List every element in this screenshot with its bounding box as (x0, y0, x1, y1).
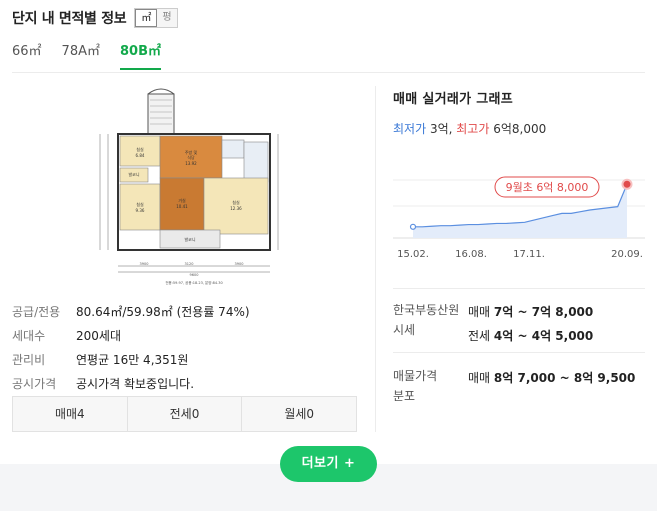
deal-kind: 매매 (468, 371, 491, 385)
chart-latest-point[interactable] (621, 178, 633, 190)
price-range: 8억 7,000 ~ 8억 9,500 (493, 371, 636, 385)
area-tab-78a[interactable]: 78A㎡ (62, 42, 100, 70)
info-row-public-price: 공시가격 공시가격 확보중입니다. (12, 374, 357, 398)
price-range: 4억 ~ 4억 5,000 (493, 329, 594, 343)
deal-tab-jeonse[interactable]: 전세0 (128, 397, 243, 431)
kab-price-label: 한국부동산원 시세 (393, 303, 460, 337)
area-info: 공급/전용 80.64㎡/59.98㎡ (전용률 74%) 세대수 200세대 … (12, 302, 357, 398)
info-value: 공시가격 확보중입니다. (76, 377, 195, 391)
tabs-divider (12, 72, 645, 73)
svg-text:거실: 거실 (178, 197, 186, 203)
section-header: 단지 내 면적별 정보 ㎡ 평 (12, 8, 178, 28)
info-row-households: 세대수 200세대 (12, 326, 357, 350)
x-tick-label: 15.02. (397, 249, 429, 260)
svg-text:3900: 3900 (235, 262, 244, 266)
unit-pyeong-button[interactable]: 평 (157, 9, 177, 27)
info-label: 공시가격 (12, 377, 57, 391)
graph-title: 매매 실거래가 그래프 (393, 92, 513, 107)
deal-tab-monthly[interactable]: 월세0 (242, 397, 356, 431)
info-row-maintenance: 관리비 연평균 16만 4,351원 (12, 350, 357, 374)
deal-kind: 전세 (468, 329, 491, 343)
info-label: 세대수 (12, 329, 46, 343)
info-value: 200세대 (76, 329, 121, 343)
svg-text:6.84: 6.84 (136, 153, 145, 158)
svg-text:10.41: 10.41 (176, 204, 188, 209)
kab-sale-line: 매매 7억 ~ 7억 8,000 (468, 300, 648, 324)
area-tab-80b[interactable]: 80B㎡ (119, 42, 161, 70)
x-tick-label: 20.09. (611, 249, 643, 260)
highest-price-value: 6억8,000 (489, 122, 547, 136)
info-value: 80.64㎡/59.98㎡ (전용률 74%) (76, 305, 250, 319)
stats-divider (393, 288, 645, 289)
deal-type-tabs: 매매4 전세0 월세0 (12, 396, 357, 432)
svg-text:침실: 침실 (136, 146, 144, 152)
section-title: 단지 내 면적별 정보 (12, 11, 127, 27)
area-tab-66[interactable]: 66㎡ (12, 42, 42, 70)
price-chart[interactable]: 9월초 6억 8,000 15.02. 16.08. 17.11. 20.09. (393, 168, 645, 264)
listing-price-lines: 매매 8억 7,000 ~ 8억 9,500 (468, 366, 648, 390)
kab-price-lines: 매매 7억 ~ 7억 8,000 전세 4억 ~ 4억 5,000 (468, 300, 648, 348)
deal-kind: 매매 (468, 305, 491, 319)
svg-text:9600: 9600 (190, 273, 199, 277)
x-tick-label: 17.11. (513, 249, 545, 260)
svg-text:3900: 3900 (140, 262, 149, 266)
column-divider (375, 86, 376, 432)
svg-text:9.36: 9.36 (136, 208, 145, 213)
svg-text:13.92: 13.92 (185, 161, 197, 166)
svg-text:12.36: 12.36 (230, 206, 242, 211)
svg-text:침실: 침실 (232, 199, 240, 205)
unit-toggle: ㎡ 평 (134, 8, 178, 28)
x-tick-label: 16.08. (455, 249, 487, 260)
area-tabs: 66㎡ 78A㎡ 80B㎡ (12, 42, 181, 70)
lowest-price-value: 3억, (426, 122, 457, 136)
svg-text:식당: 식당 (187, 154, 195, 160)
info-row-supply: 공급/전용 80.64㎡/59.98㎡ (전용률 74%) (12, 302, 357, 326)
price-range-summary: 최저가 3억, 최고가 6억8,000 (393, 120, 546, 137)
svg-text:전용:59.97, 공용:18.23, 분양:84.30: 전용:59.97, 공용:18.23, 분양:84.30 (165, 280, 222, 285)
info-label: 공급/전용 (12, 305, 61, 319)
chart-start-point (409, 223, 417, 230)
highest-price-label: 최고가 (456, 122, 490, 136)
svg-text:3120: 3120 (185, 262, 194, 266)
svg-text:발코니: 발코니 (128, 171, 139, 177)
svg-text:침실: 침실 (136, 201, 144, 207)
info-label: 관리비 (12, 353, 46, 367)
deal-tab-sale[interactable]: 매매4 (13, 397, 128, 431)
kab-jeonse-line: 전세 4억 ~ 4억 5,000 (468, 324, 648, 348)
listing-price-label: 매물가격 분포 (393, 369, 438, 403)
info-value: 연평균 16만 4,351원 (76, 353, 189, 367)
more-button[interactable]: 더보기 + (280, 446, 377, 482)
lowest-price-label: 최저가 (393, 122, 427, 136)
stats-divider (393, 352, 645, 353)
floor-plan-image[interactable]: 침실6.84 주방 및식당13.92 발코니 침실9.36 거실10.41 침실… (84, 86, 284, 286)
chart-callout: 9월초 6억 8,000 (506, 181, 589, 194)
unit-m2-button[interactable]: ㎡ (135, 9, 158, 27)
svg-text:발코니: 발코니 (184, 236, 195, 242)
listing-sale-line: 매매 8억 7,000 ~ 8억 9,500 (468, 366, 648, 390)
price-range: 7억 ~ 7억 8,000 (493, 305, 594, 319)
